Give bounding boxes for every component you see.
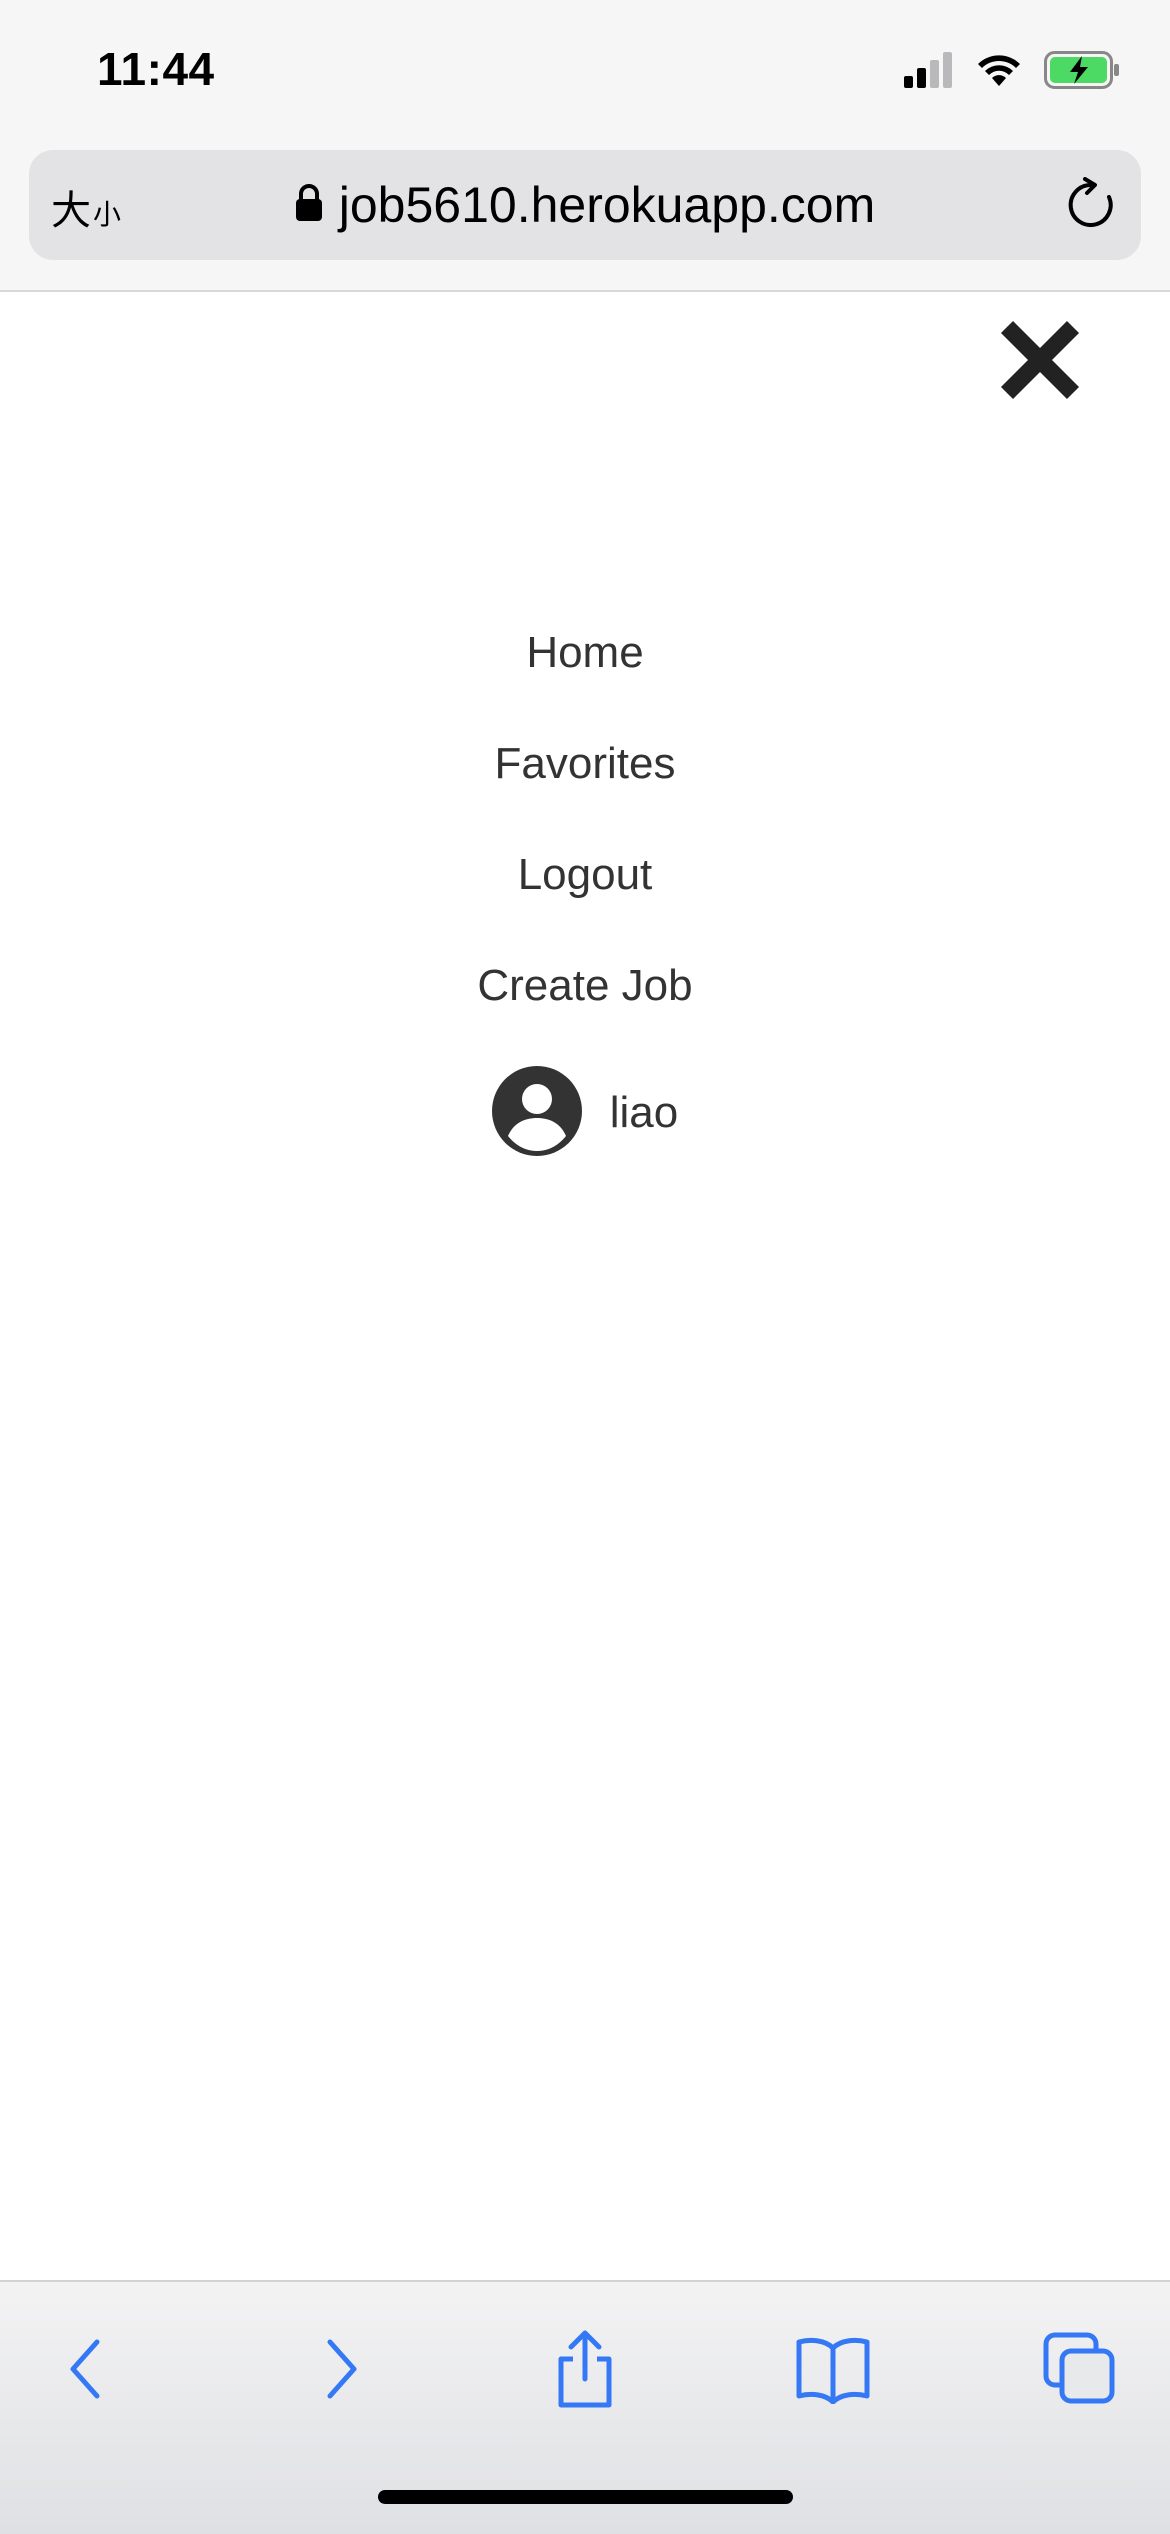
bookmarks-icon[interactable]: [788, 2324, 878, 2414]
user-avatar-icon: [491, 1065, 582, 1161]
nav-item-home[interactable]: Home: [0, 615, 1170, 691]
nav-item-create-job[interactable]: Create Job: [0, 948, 1170, 1024]
back-icon[interactable]: [42, 2324, 132, 2414]
status-icons: [904, 48, 1120, 96]
lock-icon: [295, 183, 323, 227]
nav-item-favorites[interactable]: Favorites: [0, 726, 1170, 802]
nav-item-logout[interactable]: Logout: [0, 837, 1170, 913]
home-indicator: [378, 2490, 793, 2504]
url-text: job5610.herokuapp.com: [338, 177, 876, 233]
forward-icon[interactable]: [295, 2324, 385, 2414]
tabs-icon[interactable]: [1035, 2324, 1125, 2414]
share-icon[interactable]: [540, 2324, 630, 2414]
status-time: 11:44: [97, 43, 215, 95]
nav-item-user-profile[interactable]: liao: [0, 1065, 1170, 1161]
battery-charging-icon: [1044, 50, 1120, 94]
cellular-signal-icon: [904, 51, 954, 93]
address-bar-area: 大 小 job5610.herokuapp.com: [0, 150, 1170, 292]
url-display[interactable]: job5610.herokuapp.com: [29, 150, 1141, 260]
address-bar[interactable]: 大 小 job5610.herokuapp.com: [29, 150, 1141, 260]
reload-icon[interactable]: [1063, 177, 1119, 233]
status-bar: 11:44: [0, 0, 1170, 150]
wifi-icon: [976, 52, 1022, 93]
user-name: liao: [609, 1088, 679, 1137]
close-icon[interactable]: [995, 315, 1085, 405]
